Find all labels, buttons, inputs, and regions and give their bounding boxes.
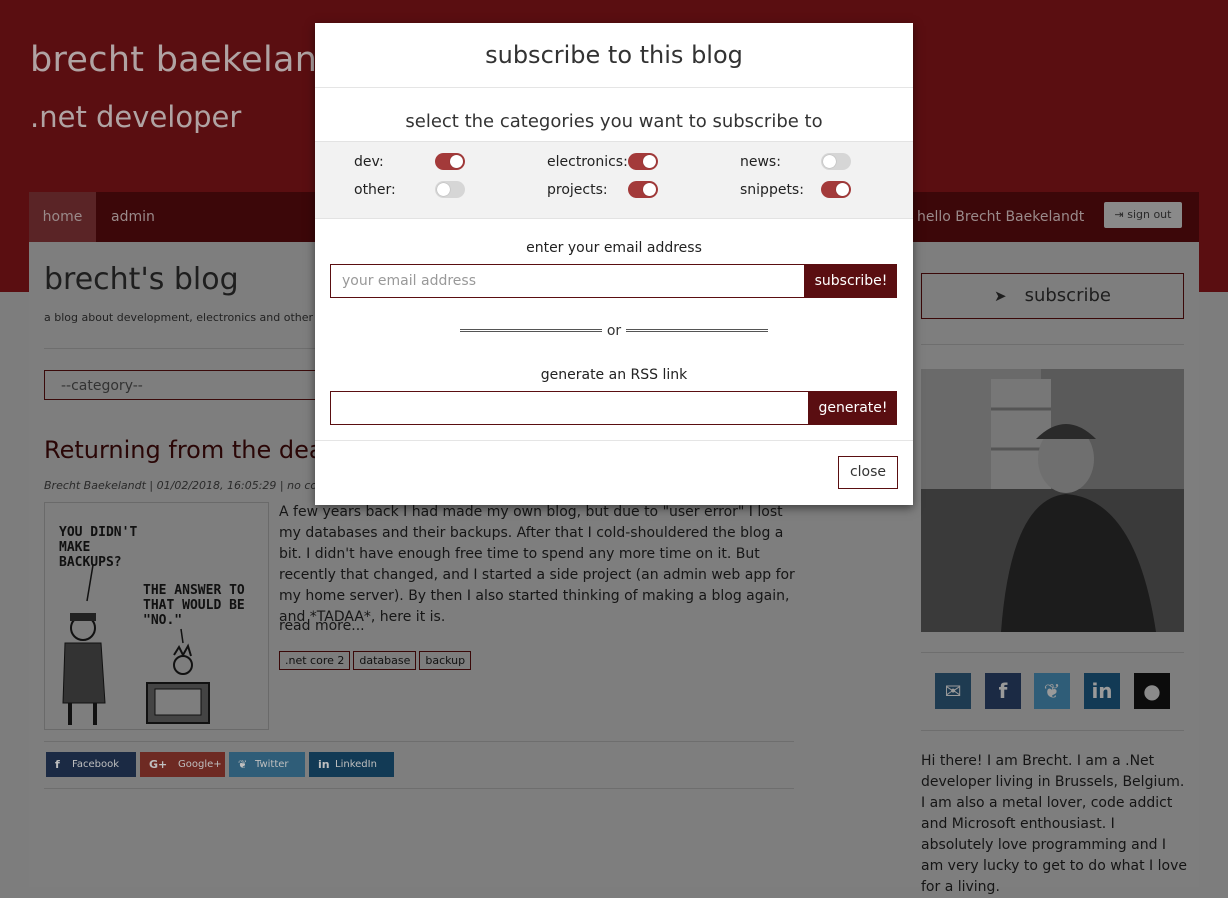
share-label: Google+ [178,759,222,770]
generate-button[interactable]: generate! [809,391,897,425]
author-photo-drawing [921,369,1184,632]
subscribe-modal: subscribe to this blog select the catego… [315,23,913,505]
subscribe-label: subscribe [1024,285,1111,306]
email-input[interactable]: your email address [330,264,805,298]
post-title[interactable]: Returning from the dead [44,436,339,464]
tag[interactable]: database [353,651,417,670]
comic-drawing [62,564,210,725]
sign-out-label: sign out [1127,208,1172,221]
github-icon[interactable]: ● [1134,673,1170,709]
modal-title: subscribe to this blog [315,23,913,88]
share-googleplus-button[interactable]: G+ Google+ [140,752,225,777]
category-label-electronics: electronics: [547,154,628,170]
facebook-icon[interactable]: f [985,673,1021,709]
toggle-dev[interactable] [435,153,465,170]
linkedin-icon: in [318,758,330,771]
post-tags: .net core 2 database backup [279,649,474,670]
toggle-knob [836,183,849,196]
toggle-knob [823,155,836,168]
twitter-icon[interactable]: ❦ [1034,673,1070,709]
category-label-news: news: [740,154,781,170]
divider [921,344,1184,345]
share-twitter-button[interactable]: ❦ Twitter [229,752,305,777]
toggle-electronics[interactable] [628,153,658,170]
toggle-knob [437,183,450,196]
divider [921,652,1184,653]
or-divider-right [626,329,768,332]
toggle-snippets[interactable] [821,181,851,198]
divider [44,788,794,789]
sign-out-icon: ⇥ [1114,208,1128,221]
divider [921,730,1184,731]
googleplus-icon: G+ [149,758,168,771]
modal-select-label: select the categories you want to subscr… [405,111,823,132]
share-linkedin-button[interactable]: in LinkedIn [309,752,394,777]
blog-subtitle: a blog about development, electronics an… [44,311,314,324]
toggle-projects[interactable] [628,181,658,198]
close-button[interactable]: close [838,456,898,489]
category-label-snippets: snippets: [740,182,804,198]
author-photo [921,369,1184,632]
facebook-icon: f [55,758,60,771]
tag[interactable]: .net core 2 [279,651,351,670]
toggle-knob [643,183,656,196]
category-label-dev: dev: [354,154,384,170]
category-toggle-grid: dev: electronics: news: other: projects:… [315,141,913,219]
category-label-projects: projects: [547,182,608,198]
email-icon[interactable]: ✉ [935,673,971,709]
sign-out-button[interactable]: ⇥ sign out [1104,202,1182,228]
share-label: LinkedIn [335,759,377,770]
about-text: Hi there! I am Brecht. I am a .Net devel… [921,753,1187,895]
post-excerpt: A few years back I had made my own blog,… [279,504,795,625]
site-title: brecht baekelandt [30,40,354,80]
divider [44,741,794,742]
subscribe-button[interactable]: ➤ subscribe [921,273,1184,319]
tag[interactable]: backup [419,651,472,670]
toggle-knob [450,155,463,168]
modal-footer-divider [315,440,913,441]
rss-label: generate an RSS link [540,367,688,383]
share-facebook-button[interactable]: f Facebook [46,752,136,777]
read-more-link[interactable]: read more... [279,618,365,634]
post-meta: Brecht Baekelandt | 01/02/2018, 16:05:29… [44,479,328,492]
toggle-other[interactable] [435,181,465,198]
toggle-news[interactable] [821,153,851,170]
nav-greeting: hello Brecht Baekelandt [917,209,1085,225]
nav-admin[interactable]: admin [111,192,155,242]
linkedin-icon[interactable]: in [1084,673,1120,709]
paper-plane-icon: ➤ [994,287,1007,305]
category-label-other: other: [354,182,396,198]
nav-home[interactable]: home [29,192,96,242]
site-subtitle: .net developer [30,100,242,134]
or-label: or [606,323,622,339]
modal-subscribe-button[interactable]: subscribe! [805,264,897,298]
email-label: enter your email address [526,240,702,256]
toggle-knob [643,155,656,168]
twitter-icon: ❦ [238,758,248,771]
rss-link-field[interactable] [330,391,809,425]
post-image: YOU DIDN'T MAKE BACKUPS? THE ANSWER TO T… [44,502,269,730]
share-label: Twitter [255,759,289,770]
share-label: Facebook [72,759,119,770]
blog-title: brecht's blog [44,262,239,297]
